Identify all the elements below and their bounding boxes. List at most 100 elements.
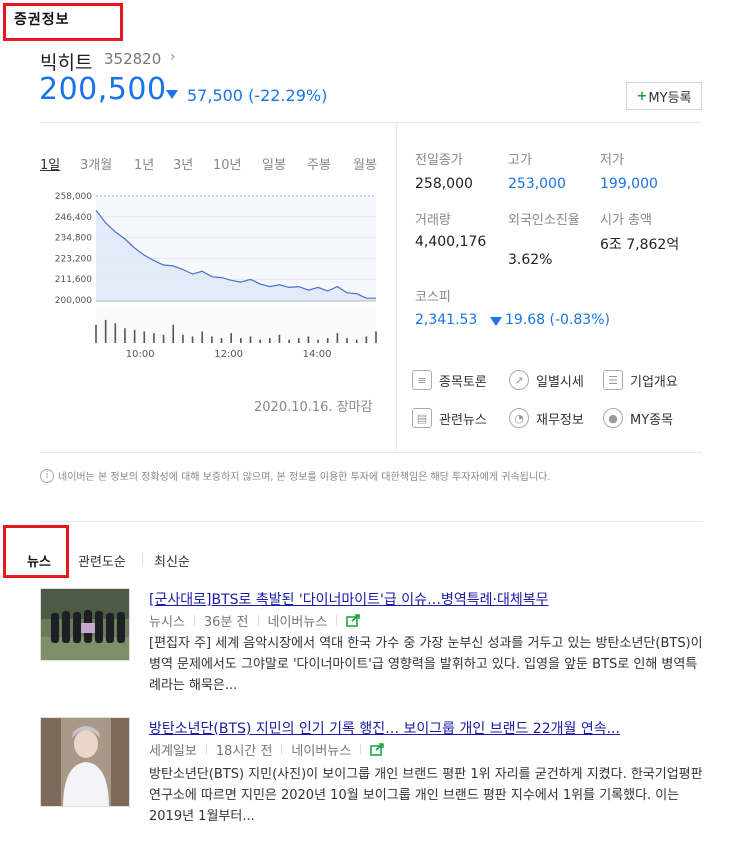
plus-icon: + [636,88,648,104]
news-portal[interactable]: 네이버뉴스 [291,740,351,759]
news-time: 36분 전 [203,615,249,630]
chart-volume-bar [143,331,146,343]
external-link-icon[interactable] [370,743,385,756]
chart-volume-bar [336,333,339,343]
chart-volume-bar [172,324,175,343]
price-chart[interactable]: 258,000 246,400 234,800 223,200 211,600 200,0… [40,185,385,360]
section-title: 증권정보 [14,12,70,28]
period-tab-3y[interactable]: 3년 [173,154,193,173]
chart-ytick-label: 246,400 [55,213,92,223]
chart-volume-bar [346,338,348,343]
chart-xtick-label: 12:00 [214,349,243,360]
link-daily-price[interactable]: ↗ 일별시세 [509,370,584,390]
period-tab-daily[interactable]: 일봉 [262,154,286,173]
news-time: 18시간 전 [215,744,273,759]
group-photo-image [41,589,129,660]
news-thumbnail[interactable] [40,588,130,661]
link-label: 재무정보 [536,412,584,428]
period-tab-1d[interactable]: 1일 [40,154,60,173]
info-icon: i [40,468,54,483]
period-tab-3m[interactable]: 3개월 [80,154,112,173]
chart-volume-bar [249,336,252,343]
disclaimer: i 네이버는 본 정보의 정확성에 대해 보증하지 않으며, 본 정보를 이용한… [40,468,550,483]
company-icon: ☰ [603,370,623,390]
marketcap-value: 6조 7,862억 [600,237,680,253]
chart-volume-bar [162,334,165,343]
chart-ytick-label: 234,800 [55,234,92,244]
high-label: 고가 [508,153,532,168]
down-arrow-icon [490,317,502,326]
news-title[interactable]: 방탄소년단(BTS) 지민의 인기 기록 행진… 보이그룹 개인 브랜드 22개… [149,718,694,738]
my-register-button[interactable]: + MY등록 [626,82,702,110]
news-thumbnail[interactable] [40,717,130,807]
chart-volume-bar [133,329,136,343]
tab-relevance[interactable]: 관련도순 [78,551,126,570]
news-icon: ▤ [412,408,432,428]
link-my-stocks[interactable]: ● MY종목 [603,408,673,428]
user-icon: ● [603,408,623,428]
meta-separator [336,615,338,626]
stock-code[interactable]: 352820 [104,50,161,68]
chart-volume-bar [124,328,126,343]
stock-name[interactable]: 빅히트 [40,48,92,75]
chart-volume-bar [220,338,223,343]
tab-news[interactable]: 뉴스 [27,551,51,570]
news-source[interactable]: 뉴시스 [149,611,185,630]
link-discussion[interactable]: ≡ 종목토론 [412,370,487,390]
link-financials[interactable]: ◔ 재무정보 [509,408,584,428]
chart-ytick-label: 258,000 [55,192,92,202]
period-tab-1y[interactable]: 1년 [134,154,154,173]
chart-ytick-label: 223,200 [55,254,92,264]
chart-volume-bar [365,336,368,343]
chart-volume-bar [153,333,155,343]
period-tab-monthly[interactable]: 월봉 [353,154,377,173]
kospi-value[interactable]: 2,341.53 [415,312,477,328]
chart-xtick-label: 10:00 [126,349,155,360]
chart-volume-bar [114,323,117,343]
chart-volume-bar [191,336,194,343]
link-related-news[interactable]: ▤ 관련뉴스 [412,408,487,428]
chart-volume-bar [268,338,271,343]
news-summary: 방탄소년단(BTS) 지민(사진)이 보이그룹 개인 브랜드 평판 1위 자리를… [149,767,703,824]
chevron-right-icon[interactable]: › [170,49,176,65]
high-value: 253,000 [508,176,566,192]
news-portal[interactable]: 네이버뉴스 [268,611,328,630]
link-label: MY종목 [630,412,674,428]
low-label: 저가 [600,153,624,168]
divider [40,452,702,453]
chart-volume-bar [95,324,97,343]
chart-volume-bar [288,339,290,343]
prev-close-label: 전일종가 [415,153,463,168]
divider [40,521,702,522]
chart-volume-bar [326,338,329,343]
chart-ytick-label: 200,000 [55,296,92,306]
tab-latest[interactable]: 최신순 [154,551,190,570]
volume-value: 4,400,176 [415,234,487,250]
meta-separator [360,744,362,755]
chart-volume-bar [278,334,281,343]
link-label: 종목토론 [439,374,487,390]
current-price: 200,500 [39,72,167,107]
chart-volume-bar [375,331,377,343]
disclaimer-text: 네이버는 본 정보의 정확성에 대해 보증하지 않으며, 본 정보를 이용한 투… [58,472,551,483]
period-tab-weekly[interactable]: 주봉 [307,154,331,173]
chart-volume-bar [240,338,242,343]
kospi-label: 코스피 [415,290,451,305]
external-link-icon[interactable] [346,614,361,627]
tab-separator [142,553,143,565]
meta-separator [257,615,259,626]
period-tab-10y[interactable]: 10년 [213,154,242,173]
news-title[interactable]: [군사대로]BTS로 촉발된 '다이너마이트'급 이슈…병역특례·대체복무 [149,589,619,609]
link-company-overview[interactable]: ☰ 기업개요 [603,370,678,390]
price-change: 57,500 (-22.29%) [187,86,328,105]
chart-volume-bar [307,336,310,343]
trend-icon: ↗ [509,370,529,390]
news-source[interactable]: 세계일보 [149,740,197,759]
link-label: 기업개요 [630,374,678,390]
chart-volume-bar [355,339,358,343]
foreign-value: 3.62% [508,252,553,268]
meta-separator [205,744,207,755]
marketcap-label: 시가 총액 [600,213,652,228]
chart-ytick-label: 211,600 [55,275,92,285]
down-arrow-icon [166,90,178,99]
